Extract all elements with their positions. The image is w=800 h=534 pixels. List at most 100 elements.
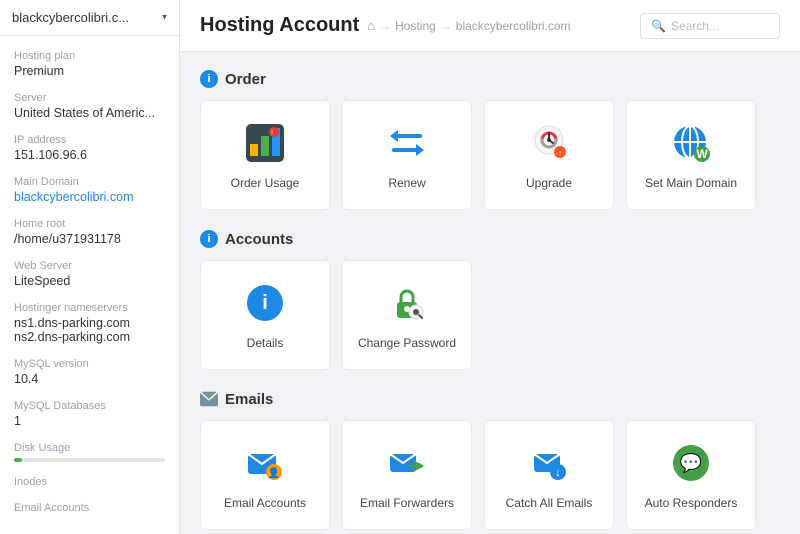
disk-usage-bar — [14, 458, 165, 462]
account-selector[interactable]: blackcybercolibri.c... ▾ — [0, 0, 179, 36]
sidebar-field-value[interactable]: blackcybercolibri.com — [14, 190, 165, 204]
card-upgrade[interactable]: ↑ Upgrade — [484, 100, 614, 210]
sidebar-field-value: LiteSpeed — [14, 274, 165, 288]
account-name: blackcybercolibri.c... — [12, 10, 129, 25]
sidebar-field-label: Server — [14, 92, 165, 104]
info-icon: i — [200, 230, 218, 248]
sidebar-field: MySQL Databases1 — [14, 400, 165, 428]
section-header-accounts: i Accounts — [200, 230, 780, 248]
card-set-main-domain[interactable]: W Set Main Domain — [626, 100, 756, 210]
sidebar-body: Hosting plan Premium Server United States o… — [0, 36, 179, 534]
sidebar-field-label: Web Server — [14, 260, 165, 272]
sidebar-field: Inodes — [14, 476, 165, 488]
sidebar-field-value: ns1.dns-parking.comns2.dns-parking.com — [14, 316, 165, 344]
sidebar-field-value: Premium — [14, 64, 165, 78]
sidebar-field: IP address 151.106.96.6 — [14, 134, 165, 162]
page-title: Hosting Account — [200, 14, 359, 37]
order-usage-icon: ! — [242, 120, 288, 166]
breadcrumb-sep-1: → — [379, 19, 391, 33]
card-auto-responders[interactable]: 💬 Auto Responders — [626, 420, 756, 530]
svg-text:W: W — [696, 147, 708, 161]
card-catch-all-emails[interactable]: ↓ Catch All Emails — [484, 420, 614, 530]
email-forwarders-icon — [384, 440, 430, 486]
sidebar-field-label: Disk Usage — [14, 442, 165, 454]
section-header-order: i Order — [200, 70, 780, 88]
card-label: Email Forwarders — [360, 496, 454, 510]
card-label: Upgrade — [526, 176, 572, 190]
breadcrumb: ⌂ → Hosting → blackcybercolibri.com — [367, 18, 570, 33]
breadcrumb-domain[interactable]: blackcybercolibri.com — [456, 19, 571, 33]
section-title-emails: Emails — [225, 391, 273, 408]
card-label: Auto Responders — [645, 496, 738, 510]
card-label: Details — [247, 336, 284, 350]
content-area: i Order ! Order Usage Renew ↑ Upgrade — [180, 52, 800, 534]
catch-all-emails-icon: ↓ — [526, 440, 572, 486]
sidebar-field: Hostinger nameservers ns1.dns-parking.com… — [14, 302, 165, 344]
card-label: Email Accounts — [224, 496, 306, 510]
section-order: i Order ! Order Usage Renew ↑ Upgrade — [200, 70, 780, 210]
cards-grid-order: ! Order Usage Renew ↑ Upgrade W Set Main… — [200, 100, 780, 210]
details-icon: i — [242, 280, 288, 326]
chevron-down-icon: ▾ — [162, 12, 167, 23]
sidebar-field-value: United States of Americ... — [14, 106, 165, 120]
cards-grid-emails: 👤 Email Accounts Email Forwarders ↓ Catc… — [200, 420, 780, 530]
card-renew[interactable]: Renew — [342, 100, 472, 210]
search-icon: 🔍 — [651, 19, 666, 33]
card-change-password[interactable]: Change Password — [342, 260, 472, 370]
search-box[interactable]: 🔍 Search... — [640, 13, 780, 39]
card-label: Change Password — [358, 336, 456, 350]
sidebar-field: Home root/home/u371931178 — [14, 218, 165, 246]
sidebar-field-label: MySQL Databases — [14, 400, 165, 412]
sidebar-field: Server United States of Americ... — [14, 92, 165, 120]
card-email-accounts[interactable]: 👤 Email Accounts — [200, 420, 330, 530]
card-label: Set Main Domain — [645, 176, 737, 190]
info-icon: i — [200, 70, 218, 88]
renew-icon — [384, 120, 430, 166]
section-title-order: Order — [225, 71, 266, 88]
email-accounts-icon: 👤 — [242, 440, 288, 486]
card-details[interactable]: i Details — [200, 260, 330, 370]
cards-grid-accounts: i Details Change Password — [200, 260, 780, 370]
svg-text:↑: ↑ — [558, 148, 563, 158]
sidebar-field-label: IP address — [14, 134, 165, 146]
topbar-left: Hosting Account ⌂ → Hosting → blackcyber… — [200, 14, 571, 37]
set-main-domain-icon: W — [668, 120, 714, 166]
breadcrumb-home-icon: ⌂ — [367, 18, 375, 33]
sidebar-field-label: Inodes — [14, 476, 165, 488]
card-order-usage[interactable]: ! Order Usage — [200, 100, 330, 210]
sidebar-field-value: 10.4 — [14, 372, 165, 386]
envelope-icon — [200, 390, 218, 408]
sidebar-field: MySQL version 10.4 — [14, 358, 165, 386]
svg-text:👤: 👤 — [268, 466, 280, 479]
disk-usage-fill — [14, 458, 22, 462]
sidebar: blackcybercolibri.c... ▾ Hosting plan Pre… — [0, 0, 180, 534]
section-emails: Emails 👤 Email Accounts Email Forwarders… — [200, 390, 780, 530]
topbar: Hosting Account ⌂ → Hosting → blackcyber… — [180, 0, 800, 52]
section-title-accounts: Accounts — [225, 231, 293, 248]
card-label: Catch All Emails — [506, 496, 593, 510]
sidebar-field-label: Email Accounts — [14, 502, 165, 514]
sidebar-field-value: 151.106.96.6 — [14, 148, 165, 162]
sidebar-field-label: Main Domain — [14, 176, 165, 188]
sidebar-field-label: Hostinger nameservers — [14, 302, 165, 314]
svg-text:💬: 💬 — [680, 452, 702, 473]
breadcrumb-hosting[interactable]: Hosting — [395, 19, 436, 33]
svg-text:↓: ↓ — [555, 465, 561, 479]
auto-responders-icon: 💬 — [668, 440, 714, 486]
upgrade-icon: ↑ — [526, 120, 572, 166]
search-placeholder-text: Search... — [671, 19, 719, 33]
card-email-forwarders[interactable]: Email Forwarders — [342, 420, 472, 530]
sidebar-field: Web Server LiteSpeed — [14, 260, 165, 288]
sidebar-field-label: Home root — [14, 218, 165, 230]
main-panel: Hosting Account ⌂ → Hosting → blackcyber… — [180, 0, 800, 534]
section-header-emails: Emails — [200, 390, 780, 408]
sidebar-field: Hosting plan Premium — [14, 50, 165, 78]
section-accounts: i Accounts i Details Change Password — [200, 230, 780, 370]
sidebar-field-label: Hosting plan — [14, 50, 165, 62]
sidebar-field-value: /home/u371931178 — [14, 232, 165, 246]
card-label: Order Usage — [231, 176, 300, 190]
sidebar-field-label: MySQL version — [14, 358, 165, 370]
svg-text:i: i — [262, 292, 268, 314]
sidebar-field: Email Accounts — [14, 502, 165, 514]
sidebar-field: Disk Usage — [14, 442, 165, 462]
